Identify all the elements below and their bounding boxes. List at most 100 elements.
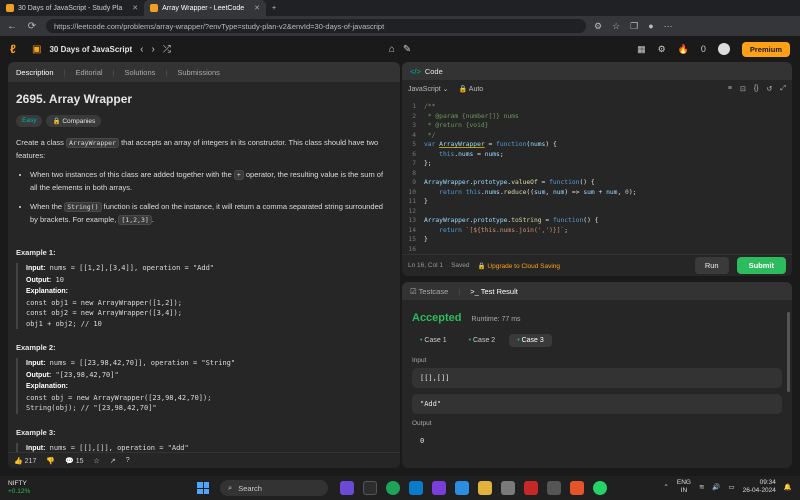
settings-icon[interactable]: ⚙	[658, 44, 666, 55]
tab-editorial[interactable]: Editorial	[75, 68, 102, 77]
output-label: Output	[412, 420, 432, 427]
tab-title: 30 Days of JavaScript - Study Pla	[18, 4, 123, 12]
collections-icon[interactable]: ❐	[630, 21, 638, 32]
tab-title: Array Wrapper - LeetCode	[162, 4, 245, 12]
upgrade-link[interactable]: 🔒 Upgrade to Cloud Saving	[478, 262, 561, 270]
address-bar: ← ⟳ https://leetcode.com/problems/array-…	[0, 16, 800, 36]
run-button[interactable]: Run	[694, 257, 729, 274]
list-item: When the String() function is called on …	[30, 201, 392, 226]
example-2-title: Example 2:	[16, 343, 56, 352]
study-plan-icon: ▣	[32, 43, 42, 55]
output-value: 0	[420, 437, 425, 445]
language-select[interactable]: JavaScript ⌄	[408, 85, 449, 93]
chrome-icon[interactable]	[386, 481, 400, 495]
close-tab-icon[interactable]: ✕	[254, 4, 260, 12]
app-icon[interactable]	[340, 481, 354, 495]
comments-button[interactable]: 💬 15	[65, 457, 83, 465]
help-icon[interactable]: ?	[126, 457, 130, 464]
prev-problem-icon[interactable]: ‹	[140, 44, 143, 55]
leetcode-logo-icon[interactable]: ℓ	[10, 42, 24, 56]
autocomplete-mode[interactable]: 🔒 Auto	[459, 85, 484, 93]
notifications-icon[interactable]: 🔔	[784, 483, 792, 491]
share-icon[interactable]: ↗	[110, 457, 116, 465]
leetcode-header: ℓ ▣ 30 Days of JavaScript ‹ › ⤮ ⌂ ✎ ▦ ⚙ …	[0, 36, 800, 62]
streak-count: 0	[700, 44, 706, 54]
example-1-block: Input: nums = [[1,2],[3,4]], operation =…	[16, 263, 392, 329]
close-tab-icon[interactable]: ✕	[132, 4, 138, 12]
tab-testcase[interactable]: ☑ Testcase	[410, 287, 448, 296]
browser-tabbar: 30 Days of JavaScript - Study Pla ✕ Arra…	[0, 0, 800, 16]
browser-tab-study-plan[interactable]: 30 Days of JavaScript - Study Pla ✕	[0, 0, 144, 16]
tab-solutions[interactable]: Solutions	[125, 68, 156, 77]
windows-start-icon[interactable]	[197, 482, 209, 494]
notes-icon[interactable]: ✎	[403, 44, 411, 55]
file-explorer-icon[interactable]	[478, 481, 492, 495]
layout-icon[interactable]: ▦	[637, 44, 646, 55]
case-3-tab[interactable]: • Case 3	[509, 334, 552, 347]
taskbar-search[interactable]: ⌕ Search	[220, 480, 328, 496]
difficulty-badge: Easy	[16, 115, 43, 127]
profile-icon[interactable]: ●	[648, 21, 653, 32]
saved-status: Saved	[451, 262, 470, 269]
shuffle-icon[interactable]: ⤮	[163, 44, 171, 55]
edge-icon[interactable]	[455, 481, 469, 495]
format-icon[interactable]: ≡	[728, 85, 732, 93]
battery-icon[interactable]: ▭	[729, 483, 735, 491]
app-icon[interactable]	[501, 481, 515, 495]
companies-tag[interactable]: 🔒 Companies	[46, 115, 102, 127]
like-button[interactable]: 👍 217	[14, 457, 36, 465]
volume-icon[interactable]: 🔊	[712, 483, 720, 491]
bookmark-icon[interactable]: ⊡	[740, 85, 746, 93]
new-tab-button[interactable]: +	[266, 0, 282, 16]
brave-icon[interactable]	[570, 481, 584, 495]
wifi-icon[interactable]: ≋	[699, 483, 704, 491]
search-icon: ⌕	[228, 483, 233, 492]
case-2-tab[interactable]: • Case 2	[461, 334, 504, 347]
scrollbar[interactable]	[787, 312, 790, 392]
example-1-title: Example 1:	[16, 248, 56, 257]
extensions-icon[interactable]: ⚙	[594, 21, 602, 32]
streak-icon[interactable]: 🔥	[678, 44, 689, 55]
tab-test-result[interactable]: >_ Test Result	[470, 287, 518, 296]
problem-description: Create a class ArrayWrapper that accepts…	[16, 137, 392, 226]
back-icon[interactable]: ←	[6, 21, 18, 32]
tray-chevron-icon[interactable]: ⌃	[663, 483, 668, 491]
url-field[interactable]: https://leetcode.com/problems/array-wrap…	[46, 19, 586, 33]
taskbar: NIFTY +0.12% ⌕ Search ⌃ ENG IN ≋ 🔊 ▭ 09:34…	[0, 476, 800, 500]
app-icon[interactable]	[524, 481, 538, 495]
browser-tab-array-wrapper[interactable]: Array Wrapper - LeetCode ✕	[144, 0, 266, 16]
avatar[interactable]	[717, 43, 730, 55]
submit-button[interactable]: Submit	[736, 257, 786, 274]
description-footer: 👍 217 👎 💬 15 ☆ ↗ ?	[8, 452, 400, 468]
code-panel: </> Code JavaScript ⌄ 🔒 Auto ≡ ⊡ {} ↺ ⤢ 1…	[402, 62, 792, 276]
next-problem-icon[interactable]: ›	[152, 44, 155, 55]
fullscreen-icon[interactable]: ⤢	[780, 85, 786, 93]
tab-submissions[interactable]: Submissions	[177, 68, 220, 77]
star-icon[interactable]: ☆	[94, 457, 100, 465]
reset-icon[interactable]: ↺	[767, 85, 773, 93]
study-plan-title[interactable]: 30 Days of JavaScript	[49, 45, 132, 54]
vscode-icon[interactable]	[409, 481, 423, 495]
favorite-icon[interactable]: ☆	[612, 21, 620, 32]
app-icon[interactable]	[432, 481, 446, 495]
whatsapp-icon[interactable]	[593, 481, 607, 495]
stock-widget[interactable]: NIFTY +0.12%	[8, 480, 30, 496]
clock[interactable]: 09:34 26-04-2024	[743, 479, 776, 495]
app-icon[interactable]	[363, 481, 377, 495]
cursor-position: Ln 16, Col 1	[408, 262, 444, 269]
code-tab[interactable]: Code	[425, 67, 443, 76]
language-indicator[interactable]: ENG IN	[677, 479, 691, 495]
dislike-icon[interactable]: 👎	[46, 457, 55, 465]
code-icon: </>	[410, 66, 421, 76]
case-1-tab[interactable]: • Case 1	[412, 334, 455, 347]
app-icon[interactable]	[547, 481, 561, 495]
braces-icon[interactable]: {}	[754, 85, 759, 93]
debug-icon[interactable]: ⌂	[389, 44, 395, 55]
code-editor[interactable]: 1/** 2 * @param {number[]} nums 3 * @ret…	[402, 98, 792, 254]
reload-icon[interactable]: ⟳	[26, 21, 38, 32]
example-2-block: Input: nums = [[23,98,42,70]], operation…	[16, 358, 392, 414]
more-icon[interactable]: ⋯	[664, 21, 673, 32]
example-3-title: Example 3:	[16, 427, 56, 437]
tab-description[interactable]: Description	[16, 68, 54, 77]
premium-button[interactable]: Premium	[741, 41, 790, 57]
